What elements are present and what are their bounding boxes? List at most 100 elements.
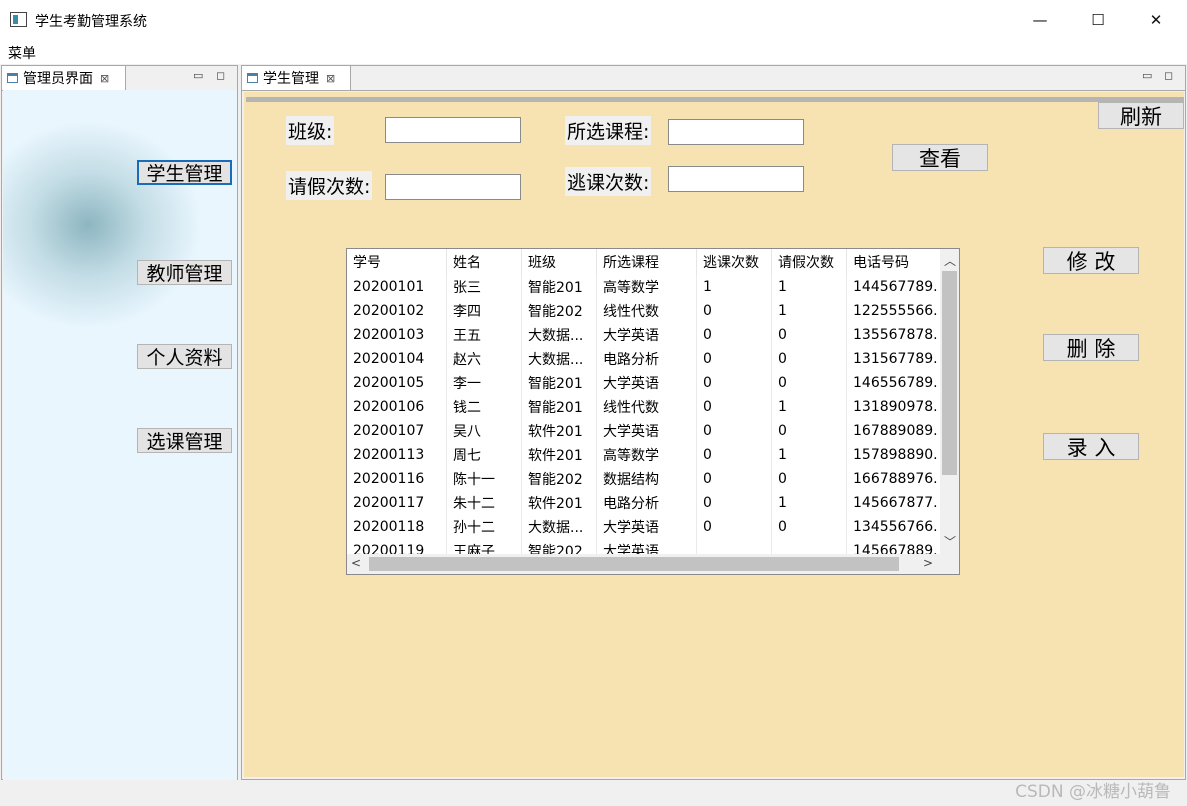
table-row[interactable]: 20200103 王五 大数据... 大学英语 0 0 135567878. bbox=[347, 323, 940, 347]
view-icon bbox=[7, 73, 18, 83]
maximize-button[interactable]: ☐ bbox=[1069, 0, 1127, 40]
table-row[interactable]: 20200116 陈十一 智能202 数据结构 0 0 166788976. bbox=[347, 467, 940, 491]
table-cell: 0 bbox=[697, 491, 772, 515]
table-cell: 20200104 bbox=[347, 347, 447, 371]
maximize-view-icon[interactable]: ◻ bbox=[216, 69, 225, 82]
course-input[interactable] bbox=[668, 119, 804, 145]
menu-bar: 菜单 bbox=[0, 40, 1187, 64]
absence-count-input[interactable] bbox=[668, 166, 804, 192]
column-header[interactable]: 请假次数 bbox=[772, 249, 847, 275]
horizontal-scroll-thumb[interactable] bbox=[369, 557, 899, 571]
table-cell: 0 bbox=[772, 323, 847, 347]
table-row[interactable]: 20200105 李一 智能201 大学英语 0 0 146556789. bbox=[347, 371, 940, 395]
table-cell: 20200103 bbox=[347, 323, 447, 347]
table-cell: 智能202 bbox=[522, 299, 597, 323]
table-cell: 王五 bbox=[447, 323, 522, 347]
column-header[interactable]: 姓名 bbox=[447, 249, 522, 275]
table-cell: 大学英语 bbox=[597, 371, 697, 395]
table-cell: 软件201 bbox=[522, 491, 597, 515]
tab-admin[interactable]: 管理员界面 ⊠ bbox=[2, 66, 126, 90]
column-header[interactable]: 电话号码 bbox=[847, 249, 940, 275]
table-cell: 20200116 bbox=[347, 467, 447, 491]
table-cell: 陈十一 bbox=[447, 467, 522, 491]
student-management-button[interactable]: 学生管理 bbox=[137, 160, 232, 185]
table-row[interactable]: 20200113 周七 软件201 高等数学 0 1 157898890. bbox=[347, 443, 940, 467]
table-cell: 167889089. bbox=[853, 423, 938, 439]
table-cell: 0 bbox=[772, 371, 847, 395]
student-table[interactable]: 学号 姓名 班级 所选课程 逃课次数 请假次数 电话号码 20200101 张三智… bbox=[346, 248, 960, 575]
admin-panel: 管理员界面 ⊠ ▭ ◻ 学生管理 教师管理 个人资料 选课管理 bbox=[1, 65, 238, 780]
profile-button[interactable]: 个人资料 bbox=[137, 344, 232, 369]
edit-button[interactable]: 修 改 bbox=[1043, 247, 1139, 274]
table-cell: 李一 bbox=[447, 371, 522, 395]
table-row[interactable]: 20200101 张三 智能201 高等数学 1 1 144567789. bbox=[347, 275, 940, 299]
course-label: 所选课程: bbox=[565, 116, 652, 145]
table-cell: 0 bbox=[697, 347, 772, 371]
absence-count-label: 逃课次数: bbox=[565, 167, 652, 196]
admin-nav-area: 学生管理 教师管理 个人资料 选课管理 bbox=[3, 90, 237, 780]
table-cell: 1 bbox=[772, 395, 847, 419]
table-cell: 朱十二 bbox=[447, 491, 522, 515]
scroll-left-icon[interactable]: < bbox=[351, 556, 361, 570]
close-button[interactable]: ✕ bbox=[1127, 0, 1185, 40]
student-panel-tabstrip: 学生管理 ⊠ ▭ ◻ bbox=[242, 66, 1185, 91]
table-cell: 0 bbox=[697, 299, 772, 323]
maximize-view-icon[interactable]: ◻ bbox=[1164, 69, 1173, 82]
scroll-right-icon[interactable]: > bbox=[923, 556, 933, 570]
horizontal-scrollbar[interactable]: < > bbox=[347, 554, 959, 574]
table-cell: 线性代数 bbox=[597, 299, 697, 323]
table-cell: 大学英语 bbox=[597, 323, 697, 347]
table-row[interactable]: 20200118 孙十二 大数据... 大学英语 0 0 134556766. bbox=[347, 515, 940, 539]
table-cell: 0 bbox=[697, 371, 772, 395]
table-cell: 吴八 bbox=[447, 419, 522, 443]
class-input[interactable] bbox=[385, 117, 521, 143]
tab-admin-label: 管理员界面 bbox=[23, 71, 93, 87]
course-selection-button[interactable]: 选课管理 bbox=[137, 428, 232, 453]
refresh-button[interactable]: 刷新 bbox=[1098, 102, 1184, 129]
menu-item[interactable]: 菜单 bbox=[8, 43, 36, 63]
table-row[interactable]: 20200117 朱十二 软件201 电路分析 0 1 145667877. bbox=[347, 491, 940, 515]
teacher-management-button[interactable]: 教师管理 bbox=[137, 260, 232, 285]
tab-close-icon[interactable]: ⊠ bbox=[326, 72, 335, 85]
table-cell: 134556766. bbox=[853, 519, 938, 535]
add-button[interactable]: 录 入 bbox=[1043, 433, 1139, 460]
table-cell: 20200106 bbox=[347, 395, 447, 419]
table-cell: 0 bbox=[697, 467, 772, 491]
table-row[interactable]: 20200104 赵六 大数据... 电路分析 0 0 131567789. bbox=[347, 347, 940, 371]
column-header[interactable]: 班级 bbox=[522, 249, 597, 275]
tab-close-icon[interactable]: ⊠ bbox=[100, 72, 109, 85]
table-cell: 20200101 bbox=[347, 275, 447, 299]
minimize-view-icon[interactable]: ▭ bbox=[193, 69, 203, 82]
table-cell: 0 bbox=[697, 419, 772, 443]
scroll-up-icon[interactable]: ︿ bbox=[944, 252, 956, 269]
leave-count-input[interactable] bbox=[385, 174, 521, 200]
table-cell: 0 bbox=[772, 467, 847, 491]
scroll-down-icon[interactable]: ﹀ bbox=[944, 533, 956, 550]
table-cell: 20200117 bbox=[347, 491, 447, 515]
tab-student-label: 学生管理 bbox=[263, 71, 319, 87]
view-icon bbox=[247, 73, 258, 83]
table-row[interactable]: 20200102 李四 智能202 线性代数 0 1 122555566. bbox=[347, 299, 940, 323]
table-cell: 大学英语 bbox=[597, 419, 697, 443]
status-bar bbox=[0, 781, 1187, 806]
column-header[interactable]: 学号 bbox=[347, 249, 447, 275]
table-cell: 131567789. bbox=[853, 351, 938, 367]
table-cell: 0 bbox=[772, 347, 847, 371]
table-row[interactable]: 20200106 钱二 智能201 线性代数 0 1 131890978. bbox=[347, 395, 940, 419]
vertical-scroll-thumb[interactable] bbox=[942, 271, 957, 475]
table-cell: 智能202 bbox=[522, 467, 597, 491]
table-row[interactable]: 20200107 吴八 软件201 大学英语 0 0 167889089. bbox=[347, 419, 940, 443]
table-cell: 1 bbox=[697, 275, 772, 299]
student-management-panel: 学生管理 ⊠ ▭ ◻ 班级: 所选课程: 请假次数: 逃课次数: 刷新 查看 修… bbox=[241, 65, 1186, 780]
minimize-button[interactable]: — bbox=[1011, 0, 1069, 40]
table-cell: 0 bbox=[697, 443, 772, 467]
table-cell: 赵六 bbox=[447, 347, 522, 371]
vertical-scrollbar[interactable]: ︿ ﹀ bbox=[940, 249, 959, 554]
tab-student-management[interactable]: 学生管理 ⊠ bbox=[242, 66, 351, 90]
column-header[interactable]: 逃课次数 bbox=[697, 249, 772, 275]
class-label: 班级: bbox=[286, 116, 335, 145]
minimize-view-icon[interactable]: ▭ bbox=[1142, 69, 1152, 82]
delete-button[interactable]: 删 除 bbox=[1043, 334, 1139, 361]
view-button[interactable]: 查看 bbox=[892, 144, 988, 171]
column-header[interactable]: 所选课程 bbox=[597, 249, 697, 275]
